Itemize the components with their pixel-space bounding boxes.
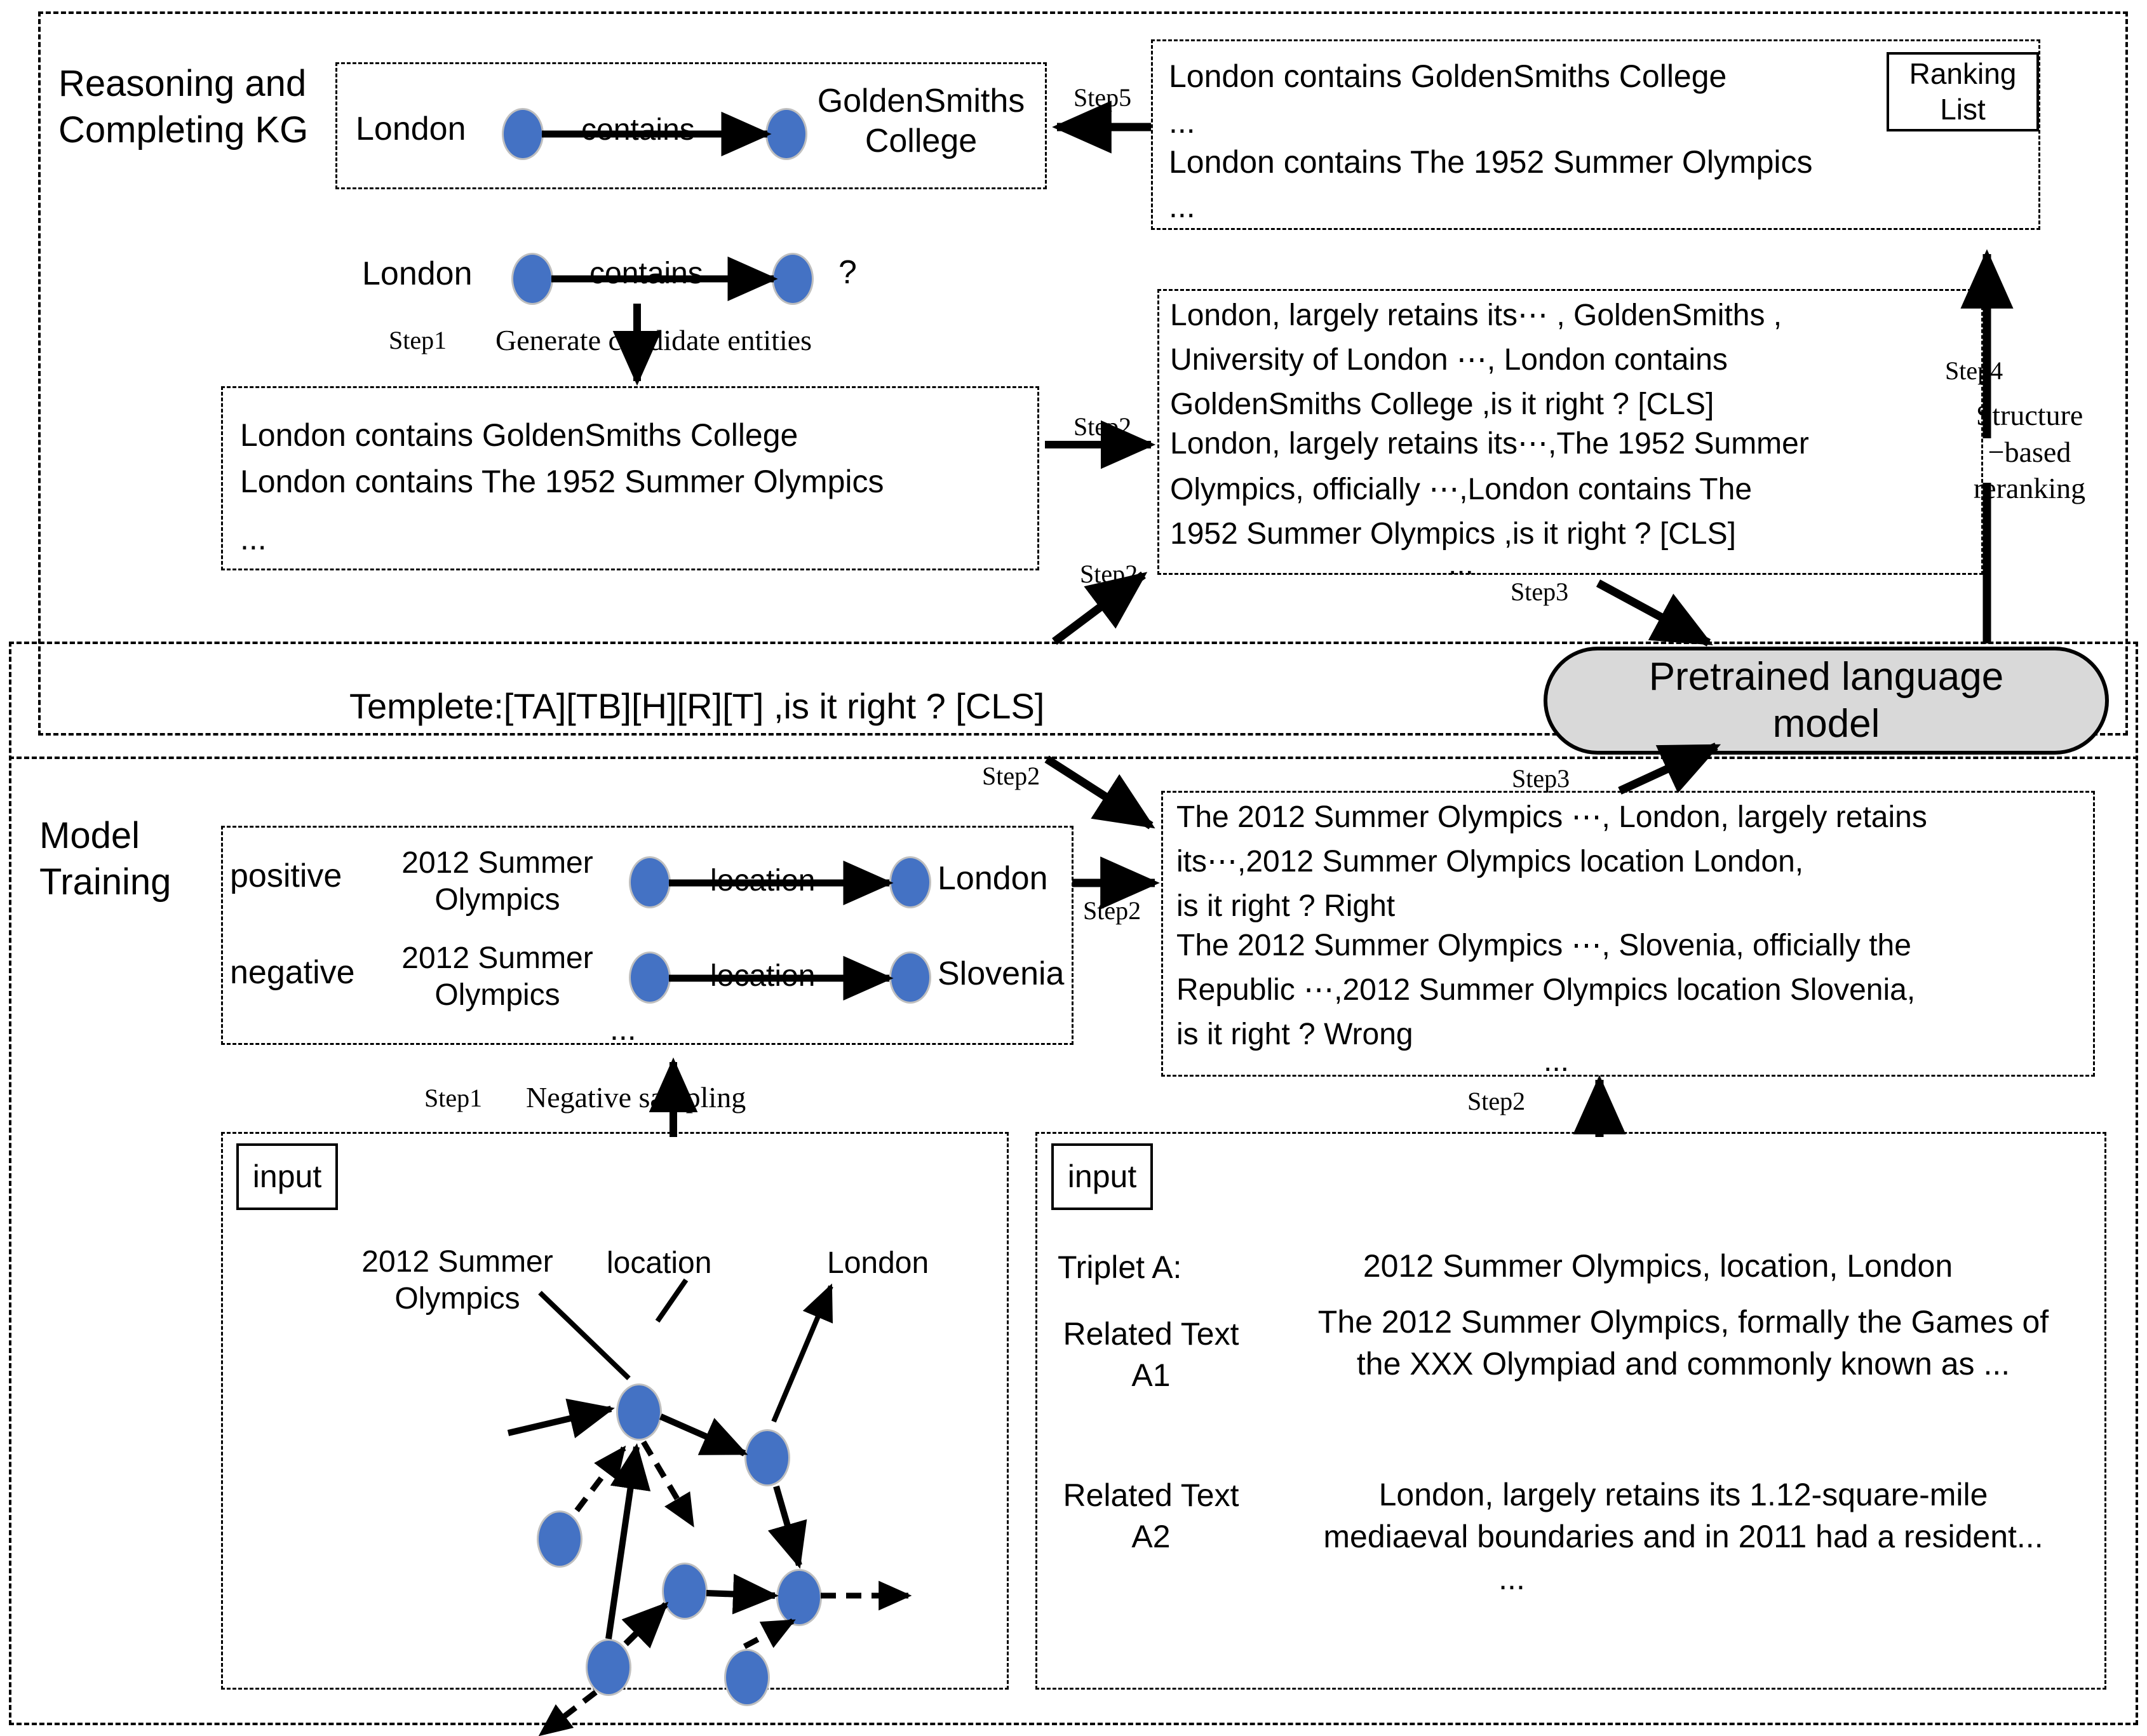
query-triplet-relation: contains xyxy=(589,257,703,290)
negative-head: 2012 Summer Olympics xyxy=(401,941,593,1012)
query-triplet-tail-node xyxy=(772,253,814,305)
kg-node-2 xyxy=(744,1429,790,1486)
inference-prompt-line-5: Olympics, officially ⋯,London contains T… xyxy=(1170,473,1753,506)
training-prompt-line-1: The 2012 Summer Olympics ⋯, London, larg… xyxy=(1176,800,1927,834)
training-prompt-line-3: is it right ? Right xyxy=(1176,889,1396,923)
step2-label-b: Step2 xyxy=(1080,560,1138,588)
positive-tail-node xyxy=(889,856,931,908)
step1-generate-label: Step1 xyxy=(389,326,447,354)
candidate-line-1: London contains GoldenSmiths College xyxy=(240,417,798,453)
inference-prompt-line-2: University of London ⋯, London contains xyxy=(1170,343,1728,377)
input-badge-right-label: input xyxy=(1067,1159,1137,1194)
step1-negative-text: Negative sampling xyxy=(526,1081,746,1114)
step3-label-a: Step3 xyxy=(1511,577,1569,606)
ranking-list-badge: Ranking List xyxy=(1887,52,2039,131)
triplet-a-label: Triplet A: xyxy=(1058,1249,1182,1285)
pretrained-language-model-label: Pretrained language model xyxy=(1648,654,2004,746)
text-input-box xyxy=(1035,1132,2106,1690)
positive-head-node xyxy=(629,856,671,908)
input-badge-left-label: input xyxy=(252,1159,322,1194)
positive-head: 2012 Summer Olympics xyxy=(401,846,593,917)
kg-node-1 xyxy=(616,1383,662,1441)
training-prompt-line-6: is it right ? Wrong xyxy=(1176,1018,1413,1051)
negative-tail-node xyxy=(889,952,931,1004)
ranking-line-4: ... xyxy=(1169,189,1195,224)
ranking-list-badge-label: Ranking List xyxy=(1909,57,2017,126)
input-badge-left: input xyxy=(236,1143,338,1210)
figure-root: Reasoning and Completing KG Model Traini… xyxy=(0,0,2147,1736)
training-triplets-ellipsis: ... xyxy=(610,1011,636,1047)
kg-node-7 xyxy=(724,1649,770,1706)
kg-node-4 xyxy=(662,1563,708,1620)
positive-relation: location xyxy=(710,864,816,898)
template-text: Templete:[TA][TB][H][R][T] ,is it right … xyxy=(349,686,1045,726)
triplet-a-value: 2012 Summer Olympics, location, London xyxy=(1363,1248,1953,1284)
inference-prompt-line-1: London, largely retains its⋯ , GoldenSmi… xyxy=(1170,299,1782,332)
kg-annotation-head: 2012 Summer Olympics xyxy=(361,1245,553,1315)
inference-prompt-line-3: GoldenSmiths College ,is it right ? [CLS… xyxy=(1170,387,1714,421)
step2-label-a: Step2 xyxy=(1074,412,1132,441)
kg-node-5 xyxy=(776,1569,822,1626)
step2-label-e: Step2 xyxy=(1467,1087,1526,1115)
step4-text: Structure −based reranking xyxy=(1973,399,2086,504)
pretrained-language-model-box: Pretrained language model xyxy=(1544,647,2109,755)
section-title-training: Model Training xyxy=(39,815,172,903)
negative-relation: location xyxy=(710,959,816,993)
ranking-line-1: London contains GoldenSmiths College xyxy=(1169,58,1727,94)
kg-annotation-tail: London xyxy=(827,1246,929,1280)
related-text-a1-value: The 2012 Summer Olympics, formally the G… xyxy=(1317,1304,2049,1382)
query-triplet-tail: ? xyxy=(838,254,857,291)
inference-prompt-ellipsis: ... xyxy=(1448,548,1474,581)
negative-label: negative xyxy=(230,954,355,991)
query-triplet-head: London xyxy=(362,255,473,292)
step1-generate-text: Generate candidate entities xyxy=(495,324,812,356)
positive-tail: London xyxy=(938,860,1048,897)
completed-triplet-head: London xyxy=(356,111,466,147)
training-prompt-line-4: The 2012 Summer Olympics ⋯, Slovenia, of… xyxy=(1176,929,1911,962)
completed-triplet-head-node xyxy=(502,108,544,160)
step5-label: Step5 xyxy=(1074,83,1132,112)
query-triplet-head-node xyxy=(511,253,553,305)
step2-label-c: Step2 xyxy=(982,762,1040,790)
ranking-line-3: London contains The 1952 Summer Olympics xyxy=(1169,144,1813,180)
kg-node-3 xyxy=(537,1511,582,1568)
input-badge-right: input xyxy=(1051,1143,1153,1210)
step3-label-b: Step3 xyxy=(1512,764,1570,793)
negative-tail: Slovenia xyxy=(938,955,1065,992)
section-title-reasoning: Reasoning and Completing KG xyxy=(58,63,309,151)
training-prompt-line-5: Republic ⋯,2012 Summer Olympics location… xyxy=(1176,973,1916,1007)
kg-annotation-relation: location xyxy=(607,1246,712,1280)
related-text-a2-value: London, largely retains its 1.12-square-… xyxy=(1323,1477,2043,1554)
candidate-line-2: London contains The 1952 Summer Olympics xyxy=(240,464,884,499)
step2-label-d: Step2 xyxy=(1083,896,1141,925)
completed-triplet-relation: contains xyxy=(581,113,695,147)
completed-triplet-tail-node xyxy=(765,108,807,160)
candidate-line-3: ... xyxy=(240,521,267,556)
inference-prompt-line-4: London, largely retains its⋯,The 1952 Su… xyxy=(1170,427,1809,461)
related-text-a1-label: Related Text A1 xyxy=(1063,1316,1239,1393)
kg-node-6 xyxy=(586,1639,631,1696)
positive-label: positive xyxy=(230,858,342,894)
completed-triplet-tail: GoldenSmiths College xyxy=(817,83,1025,160)
related-text-a2-label: Related Text A2 xyxy=(1063,1477,1239,1554)
ranking-line-2: ... xyxy=(1169,104,1195,140)
training-prompt-line-2: its⋯,2012 Summer Olympics location Londo… xyxy=(1176,845,1804,878)
negative-head-node xyxy=(629,952,671,1004)
step4-label: Step4 xyxy=(1945,356,2003,385)
step1-negative-label: Step1 xyxy=(424,1084,483,1112)
structure-input-box xyxy=(221,1132,1009,1690)
training-prompt-ellipsis: ... xyxy=(1544,1044,1570,1078)
text-input-ellipsis: ... xyxy=(1498,1561,1525,1596)
